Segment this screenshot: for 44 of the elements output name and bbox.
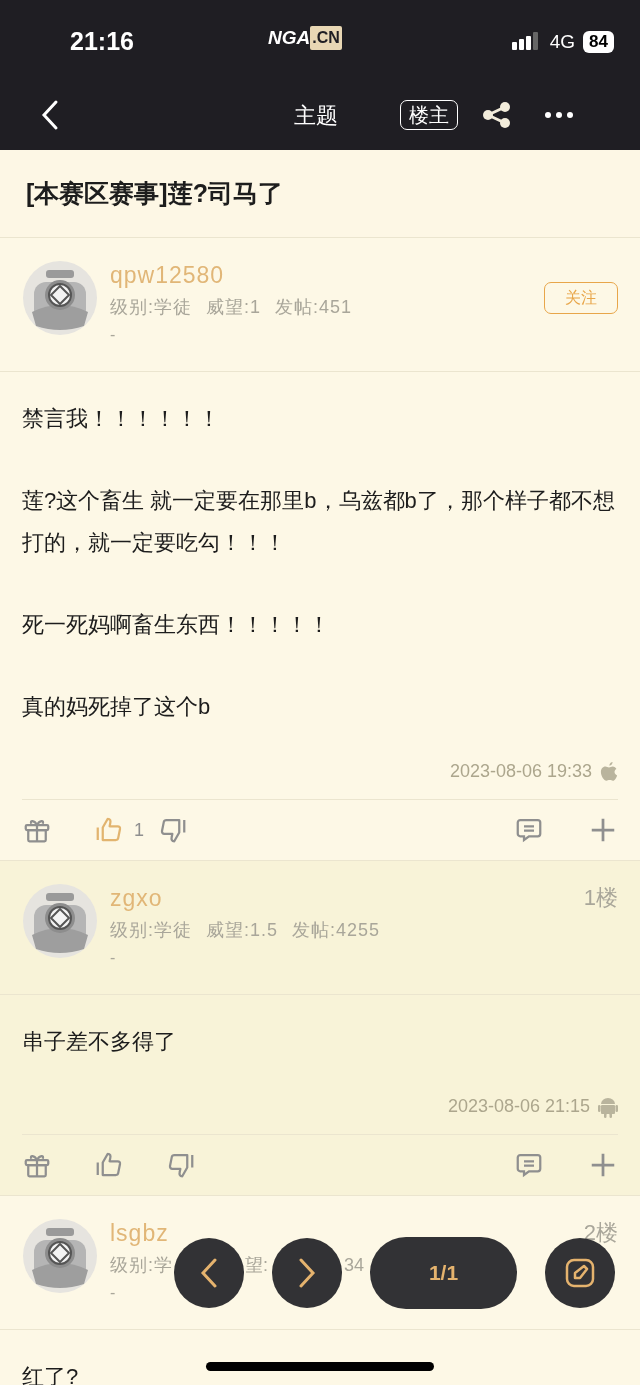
back-icon[interactable] bbox=[40, 99, 60, 131]
follow-button[interactable]: 关注 bbox=[544, 282, 618, 314]
user-stat: 级别:学徒 bbox=[110, 919, 192, 942]
nav-title: 主题 bbox=[294, 101, 338, 130]
avatar-icon bbox=[22, 260, 98, 336]
user-stat: 级别:学徒 bbox=[110, 296, 192, 319]
chevron-right-icon bbox=[298, 1258, 316, 1288]
op-only-button[interactable]: 楼主 bbox=[400, 100, 458, 130]
share-icon[interactable] bbox=[482, 102, 512, 128]
avatar-icon bbox=[22, 1218, 98, 1294]
username[interactable]: lsgbz bbox=[110, 1218, 169, 1248]
user-stat: 发帖:451 bbox=[275, 296, 353, 319]
user-stat: 级别:学 bbox=[110, 1254, 173, 1277]
username[interactable]: qpw12580 bbox=[110, 260, 225, 290]
username[interactable]: zgxo bbox=[110, 883, 163, 913]
user-stat: 威望:1.5 bbox=[206, 919, 279, 942]
post-text: 禁言我！！！！！！ bbox=[22, 405, 220, 433]
post-text: 莲?这个畜生 就一定要在那里b，乌兹都b了，那个样子都不想打的，就一定要吃勾！！！ bbox=[22, 487, 616, 557]
post-text: 真的妈死掉了这个b bbox=[22, 693, 211, 721]
logo-main: NGA bbox=[267, 25, 311, 50]
battery-level: 84 bbox=[583, 31, 614, 53]
user-stat: 望: bbox=[245, 1254, 269, 1277]
thread-title: [本赛区赛事]莲?司马了 bbox=[26, 177, 283, 209]
signature: - bbox=[110, 325, 117, 345]
network-label: 4G bbox=[549, 29, 576, 54]
logo-suffix: .CN bbox=[310, 26, 342, 50]
clock: 21:16 bbox=[70, 26, 134, 58]
post-time: 2023-08-06 21:15 bbox=[447, 1095, 590, 1118]
signature: - bbox=[110, 948, 117, 968]
signature: - bbox=[110, 1283, 117, 1303]
avatar-icon bbox=[22, 883, 98, 959]
floor-number: 1楼 bbox=[583, 884, 618, 912]
user-stat: 发帖:4255 bbox=[292, 919, 381, 942]
floor-number: 2楼 bbox=[583, 1219, 618, 1247]
post-time: 2023-08-06 19:33 bbox=[449, 760, 592, 783]
like-count: 1 bbox=[134, 818, 144, 842]
user-stat: 威望:1 bbox=[206, 296, 262, 319]
page-indicator[interactable]: 1/1 bbox=[370, 1237, 517, 1309]
chevron-left-icon bbox=[200, 1258, 218, 1288]
more-icon[interactable] bbox=[544, 111, 574, 119]
post-text: 死一死妈啊畜生东西！！！！！ bbox=[22, 611, 330, 639]
post-text: 串子差不多得了 bbox=[22, 1028, 176, 1056]
edit-icon bbox=[564, 1257, 596, 1289]
user-stat: 34 bbox=[344, 1254, 365, 1277]
